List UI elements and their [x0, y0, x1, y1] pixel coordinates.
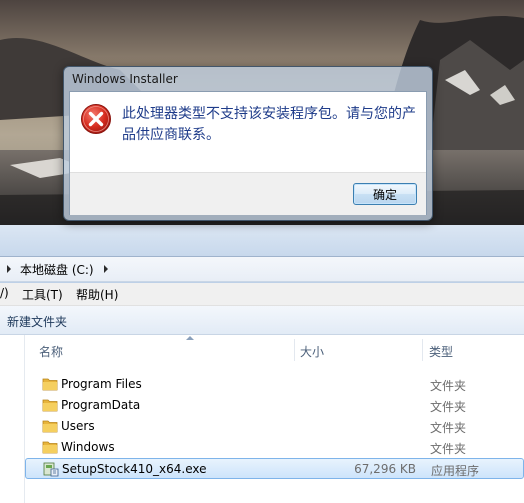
file-type: 文件夹: [430, 421, 467, 435]
installer-icon: [43, 462, 59, 477]
sort-ascending-icon: [186, 336, 194, 340]
file-type: 应用程序: [431, 464, 480, 478]
error-icon: [81, 104, 111, 134]
file-type: 文件夹: [430, 442, 467, 456]
file-name: ProgramData: [61, 398, 141, 412]
command-bar: 新建文件夹: [0, 306, 524, 335]
ok-button[interactable]: 确定: [353, 183, 417, 205]
column-header-name[interactable]: 名称: [39, 343, 63, 360]
list-item[interactable]: Program Files 文件夹: [25, 374, 524, 395]
list-item[interactable]: Users 文件夹: [25, 416, 524, 437]
folder-icon: [42, 378, 58, 391]
navigation-pane: [0, 335, 25, 503]
column-header-row: 名称 大小 类型: [25, 335, 524, 361]
menu-item-help[interactable]: 帮助(H): [76, 286, 118, 303]
explorer-window: 本地磁盘 (C:) /) 工具(T) 帮助(H) 新建文件夹 名称 大小 类型 …: [0, 225, 524, 503]
dialog-message: 此处理器类型不支持该安装程序包。请与您的产品供应商联系。: [122, 106, 416, 143]
column-header-size[interactable]: 大小: [300, 343, 324, 360]
file-name: Windows: [61, 440, 115, 454]
folder-icon: [42, 441, 58, 454]
menu-item-tools[interactable]: 工具(T): [22, 286, 63, 303]
new-folder-button[interactable]: 新建文件夹: [7, 313, 67, 330]
breadcrumb-chevron-icon[interactable]: [104, 265, 108, 273]
column-divider[interactable]: [422, 339, 423, 361]
file-name: SetupStock410_x64.exe: [62, 462, 207, 476]
breadcrumb-chevron-icon[interactable]: [7, 265, 11, 273]
dialog-content: 此处理器类型不支持该安装程序包。请与您的产品供应商联系。 确定: [69, 91, 427, 215]
column-divider[interactable]: [294, 339, 295, 361]
file-type: 文件夹: [430, 400, 467, 414]
installer-error-dialog: Windows Installer 此处理器类型不支持该安装程序包。请与您的产品…: [63, 66, 433, 221]
list-item[interactable]: Windows 文件夹: [25, 437, 524, 458]
dialog-button-area: 确定: [70, 172, 426, 215]
column-header-type[interactable]: 类型: [429, 343, 453, 360]
folder-icon: [42, 399, 58, 412]
list-item-selected[interactable]: SetupStock410_x64.exe 67,296 KB 应用程序: [25, 458, 524, 479]
dialog-title: Windows Installer: [72, 72, 178, 86]
file-type: 文件夹: [430, 379, 467, 393]
menu-item-view[interactable]: /): [0, 286, 9, 300]
address-field[interactable]: 本地磁盘 (C:): [0, 256, 524, 282]
folder-icon: [42, 420, 58, 433]
list-item[interactable]: ProgramData 文件夹: [25, 395, 524, 416]
breadcrumb-local-disk[interactable]: 本地磁盘 (C:): [20, 261, 94, 278]
file-size: 67,296 KB: [354, 462, 416, 476]
file-name: Users: [61, 419, 95, 433]
file-name: Program Files: [61, 377, 142, 391]
menu-bar: /) 工具(T) 帮助(H): [0, 283, 524, 306]
address-bar-area: 本地磁盘 (C:): [0, 225, 524, 283]
